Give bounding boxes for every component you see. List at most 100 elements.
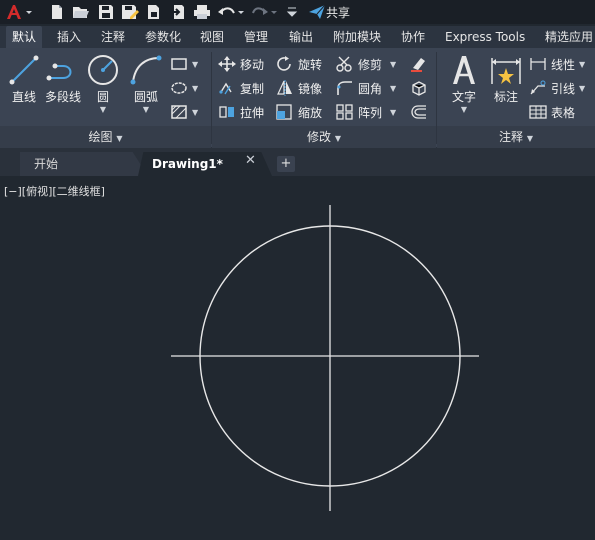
redo-button[interactable]	[251, 3, 279, 21]
move-tool-button[interactable]: 移动	[218, 54, 264, 74]
customize-qat-button[interactable]	[286, 3, 298, 21]
scale-tool-button[interactable]: 缩放	[276, 102, 322, 122]
save-as-button[interactable]	[121, 3, 139, 21]
line-tool-button[interactable]: 直线	[8, 54, 40, 105]
drawing-canvas[interactable]	[0, 176, 595, 540]
import-button[interactable]	[169, 3, 187, 21]
eraser-icon	[411, 58, 425, 72]
fillet-icon	[337, 81, 352, 95]
offset-tool-button[interactable]	[410, 102, 428, 122]
hatch-icon	[171, 105, 187, 119]
arc-icon	[130, 55, 162, 85]
array-tool-button[interactable]: 阵列 ▼	[336, 102, 396, 122]
table-icon	[529, 105, 547, 119]
rotate-icon	[277, 56, 291, 71]
rectangle-dropdown-icon[interactable]: ▼	[192, 60, 198, 69]
draw-panel-label: 绘图	[88, 130, 113, 144]
new-file-icon	[52, 5, 62, 19]
share-button[interactable]: 共享	[305, 3, 353, 21]
erase-tool-button[interactable]	[410, 54, 428, 74]
tab-parametric[interactable]: 参数化	[139, 26, 187, 48]
undo-icon	[218, 7, 244, 15]
move-label: 移动	[240, 57, 265, 72]
tab-start[interactable]: 开始	[20, 152, 148, 176]
undo-button[interactable]	[217, 3, 245, 21]
modify-panel-expand-icon[interactable]: ▼	[335, 134, 341, 143]
leader-dropdown-icon[interactable]: ▼	[579, 84, 585, 93]
polyline-tool-button[interactable]: 多段线	[43, 54, 83, 105]
tab-default[interactable]: 默认	[6, 26, 43, 48]
array-grid-icon	[336, 104, 353, 120]
tab-view[interactable]: 视图	[194, 26, 230, 48]
rectangle-tool-button[interactable]: ▼	[170, 54, 198, 74]
copy-icon	[219, 82, 232, 95]
leader-icon	[530, 80, 546, 95]
line-label: 直线	[11, 90, 36, 104]
annotation-panel-title[interactable]: 注释 ▼	[437, 128, 595, 146]
tab-featured-apps[interactable]: 精选应用	[539, 26, 595, 48]
circle-tool-button[interactable]: 圆 ▼	[86, 54, 120, 114]
new-tab-plus-icon[interactable]: +	[277, 156, 295, 172]
fillet-tool-button[interactable]: 圆角 ▼	[336, 78, 396, 98]
line-icon	[9, 55, 39, 85]
app-menu-button[interactable]	[4, 3, 34, 21]
draw-panel-expand-icon[interactable]: ▼	[116, 134, 122, 143]
annotation-panel-label: 注释	[499, 130, 524, 144]
text-dropdown-icon[interactable]: ▼	[461, 105, 467, 114]
redo-icon	[252, 7, 277, 15]
ribbon-tab-bar: 默认 插入 注释 参数化 视图 管理 输出 附加模块 协作 Express To…	[0, 26, 595, 48]
leader-tool-button[interactable]: 引线 ▼	[529, 78, 585, 98]
close-icon[interactable]: ✕	[245, 153, 256, 168]
circle-dropdown-icon[interactable]: ▼	[100, 105, 106, 114]
boundary-tool-button[interactable]: ▼	[170, 102, 198, 122]
tab-collaborate[interactable]: 协作	[395, 26, 431, 48]
scale-label: 缩放	[298, 105, 323, 120]
annotation-panel-expand-icon[interactable]: ▼	[527, 134, 533, 143]
open-file-button[interactable]	[72, 3, 90, 21]
table-tool-button[interactable]: 表格	[529, 102, 575, 122]
text-tool-button[interactable]: 文字 ▼	[446, 54, 482, 114]
tab-express-tools[interactable]: Express Tools	[439, 26, 531, 48]
tab-addins[interactable]: 附加模块	[327, 26, 387, 48]
printer-icon	[194, 5, 210, 19]
explode-tool-button[interactable]	[410, 78, 428, 98]
save-button[interactable]	[97, 3, 115, 21]
tab-insert[interactable]: 插入	[51, 26, 87, 48]
circle-icon	[88, 55, 118, 85]
text-a-icon	[453, 56, 475, 84]
dimension-tool-button[interactable]: 标注	[488, 54, 524, 105]
arc-dropdown-icon[interactable]: ▼	[143, 105, 149, 114]
tab-annotate[interactable]: 注释	[95, 26, 131, 48]
linear-dim-button[interactable]: 线性 ▼	[529, 54, 585, 74]
mirror-tool-button[interactable]: 镜像	[276, 78, 322, 98]
save-icon	[99, 5, 113, 19]
rotate-label: 旋转	[298, 57, 323, 72]
mirror-label: 镜像	[298, 81, 323, 96]
hatch-tool-button[interactable]: ▼	[170, 78, 198, 98]
modify-panel-title[interactable]: 修改 ▼	[212, 128, 436, 146]
copy-tool-button[interactable]: 复制	[218, 78, 264, 98]
boundary-dropdown-icon[interactable]: ▼	[192, 108, 198, 117]
arc-tool-button[interactable]: 圆弧 ▼	[128, 54, 164, 114]
print-button[interactable]	[193, 3, 211, 21]
polyline-label: 多段线	[44, 90, 81, 104]
linear-dropdown-icon[interactable]: ▼	[579, 60, 585, 69]
trim-tool-button[interactable]: 修剪 ▼	[336, 54, 396, 74]
array-label: 阵列	[358, 105, 383, 120]
new-file-button[interactable]	[48, 3, 66, 21]
rotate-tool-button[interactable]: 旋转	[276, 54, 322, 74]
hatch-dropdown-icon[interactable]: ▼	[192, 84, 198, 93]
quick-access-toolbar: 共享	[0, 0, 595, 24]
autocad-a-icon	[7, 5, 32, 19]
tab-output[interactable]: 输出	[283, 26, 319, 48]
fillet-dropdown-icon[interactable]: ▼	[390, 84, 396, 93]
draw-panel-title[interactable]: 绘图 ▼	[0, 128, 211, 146]
plot-preview-button[interactable]	[145, 3, 163, 21]
scale-icon	[276, 104, 292, 120]
trim-dropdown-icon[interactable]: ▼	[390, 60, 396, 69]
chevron-down-icon	[286, 7, 298, 17]
linear-label: 线性	[551, 57, 576, 72]
stretch-tool-button[interactable]: 拉伸	[218, 102, 264, 122]
tab-manage[interactable]: 管理	[238, 26, 274, 48]
array-dropdown-icon[interactable]: ▼	[390, 108, 396, 117]
